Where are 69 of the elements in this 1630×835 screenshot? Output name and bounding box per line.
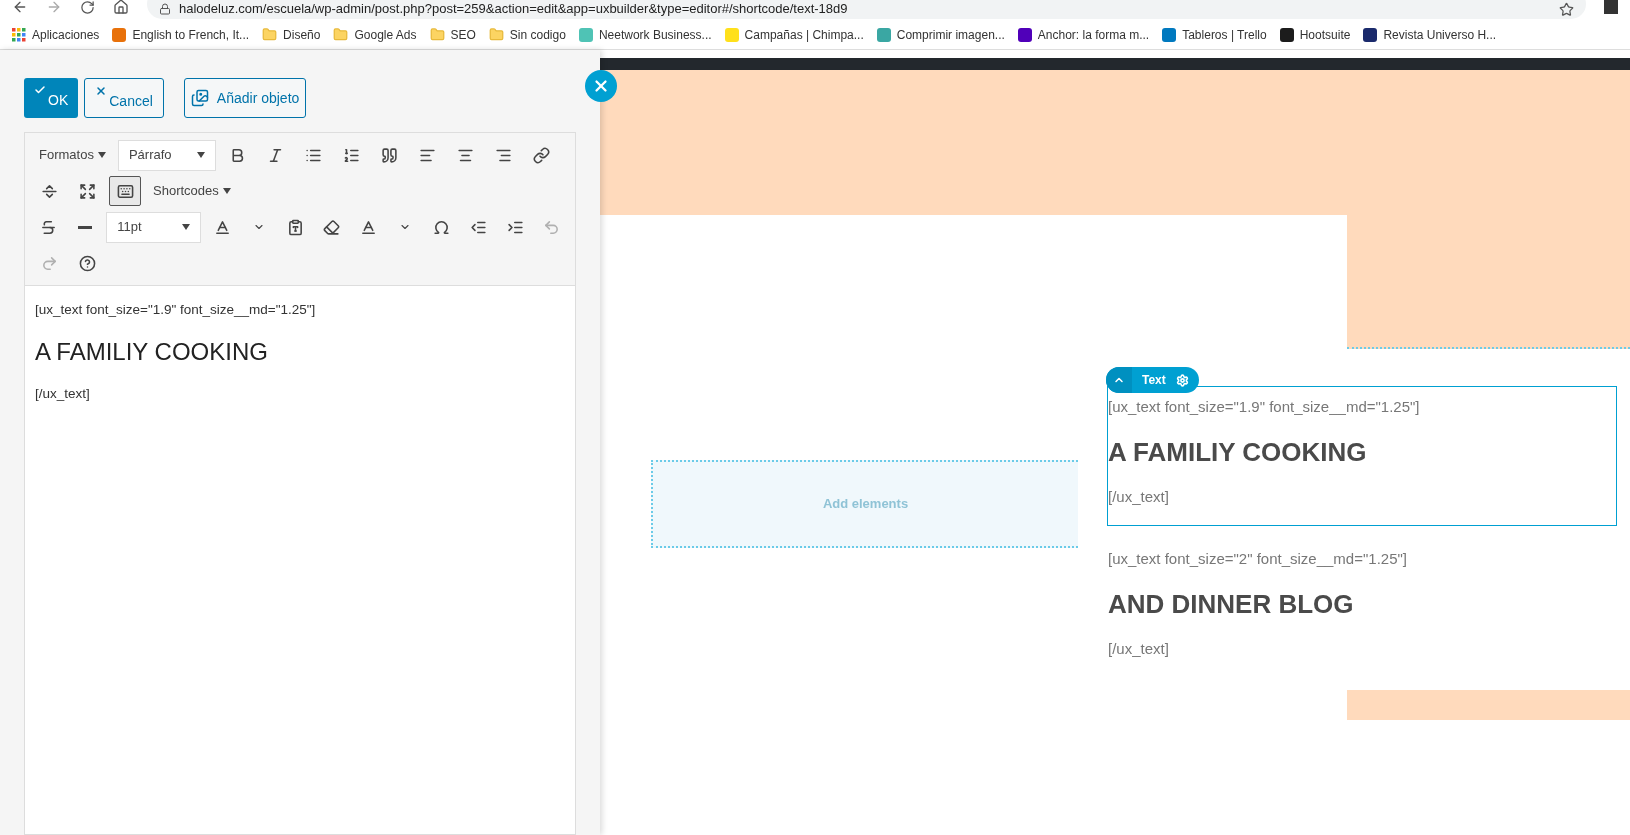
bookmark-item[interactable]: English to French, It... <box>106 22 256 47</box>
shortcode-text: [ux_text font_size="2" font_size__md="1.25"] <box>1108 549 1408 569</box>
quote-icon <box>381 146 399 164</box>
shortcode-text: [/ux_text] <box>35 385 91 404</box>
bookmark-item[interactable]: Comprimir imagen... <box>870 22 1011 47</box>
caret-icon <box>97 152 106 158</box>
settings-icon <box>1175 373 1189 387</box>
bookmark-star-icon[interactable] <box>1559 1 1574 17</box>
folder-icon <box>262 27 278 42</box>
heading-text: A FAMILIY COOKING <box>1108 435 1368 469</box>
fullscreen-icon <box>78 182 96 200</box>
lock-icon <box>159 3 171 15</box>
reload-icon[interactable] <box>80 0 95 15</box>
bookmark-item[interactable]: Sin codigo <box>482 22 572 47</box>
shortcode-text: [ux_text font_size="1.9" font_size__md="1.25"] <box>35 301 317 319</box>
strikethrough-icon <box>39 218 57 236</box>
folder-icon <box>333 27 349 42</box>
toolbar-menu[interactable]: Formatos <box>33 140 112 170</box>
bookmark-item[interactable]: Diseño <box>256 22 327 47</box>
cancel-button[interactable]: Cancel <box>84 78 164 118</box>
caret-icon <box>196 152 205 158</box>
undo-icon <box>543 218 561 236</box>
toolbar-select[interactable]: Párrafo <box>117 139 216 171</box>
collapse-button[interactable] <box>1106 367 1132 393</box>
bookmark-item[interactable]: Google Ads <box>327 22 423 47</box>
read-more-icon <box>40 182 58 200</box>
add-media-button[interactable]: Añadir objeto <box>183 78 307 118</box>
back-icon[interactable] <box>12 0 28 15</box>
bookmark-item[interactable]: Aplicaciones <box>6 22 106 47</box>
numbered-list-icon <box>343 146 361 164</box>
check-icon <box>34 84 46 96</box>
caret-icon <box>181 224 190 230</box>
text-block[interactable]: [ux_text font_size="1.9" font_size__md="1.25"] A FAMILIY COOKING [/ux_text] <box>1107 386 1617 526</box>
close-icon <box>592 77 610 95</box>
bookmark-item[interactable]: Campañas | Chimpa... <box>718 22 870 47</box>
paste-text-icon <box>286 218 304 236</box>
shortcode-text: [/ux_text] <box>1108 486 1170 507</box>
bookmark-item[interactable]: Tableros | Trello <box>1156 22 1273 47</box>
toolbar-menu[interactable]: Shortcodes <box>147 176 237 206</box>
eraser-icon <box>323 218 341 236</box>
shortcode-text: [/ux_text] <box>1108 638 1170 659</box>
help-icon <box>78 254 96 272</box>
caret-icon <box>222 188 231 194</box>
link-icon <box>533 146 551 164</box>
close-icon <box>95 85 108 97</box>
bookmark-item[interactable]: Anchor: la forma m... <box>1011 22 1156 47</box>
keyboard-icon <box>116 182 134 200</box>
bookmark-item[interactable]: SEO <box>423 22 482 47</box>
folder-icon <box>429 27 445 42</box>
keyboard-button[interactable] <box>109 176 141 206</box>
highlight-color-icon <box>360 218 378 236</box>
apps-grid-icon <box>12 27 26 42</box>
home-icon[interactable] <box>113 0 129 15</box>
ok-button[interactable]: OK <box>24 78 79 118</box>
toolbar-select[interactable]: 11pt <box>106 211 201 243</box>
bookmark-item[interactable]: Revista Universo H... <box>1357 22 1503 47</box>
redo-icon <box>40 254 58 272</box>
folder-icon <box>488 27 504 42</box>
bookmark-item[interactable]: Neetwork Business... <box>572 22 718 47</box>
bookmark-item[interactable]: Hootsuite <box>1273 22 1357 47</box>
shortcode-text: [ux_text font_size="1.9" font_size__md="1.25"] <box>1108 397 1421 417</box>
address-bar[interactable]: halodeluz.com/escuela/wp-admin/post.php?post=259&action=edit&app=uxbuilder&type=editor#/shortcode/text-18d9 <box>147 0 1586 19</box>
text-color-icon <box>213 218 231 236</box>
media-icon <box>190 89 209 107</box>
heading-text: A FAMILIY COOKING <box>35 337 269 368</box>
special-character-icon <box>433 218 451 236</box>
text-block[interactable]: [ux_text font_size="2" font_size__md="1.25"] AND DINNER BLOG [/ux_text] <box>1107 538 1617 678</box>
heading-text: AND DINNER BLOG <box>1108 587 1355 621</box>
element-tag: Text <box>1132 371 1176 389</box>
